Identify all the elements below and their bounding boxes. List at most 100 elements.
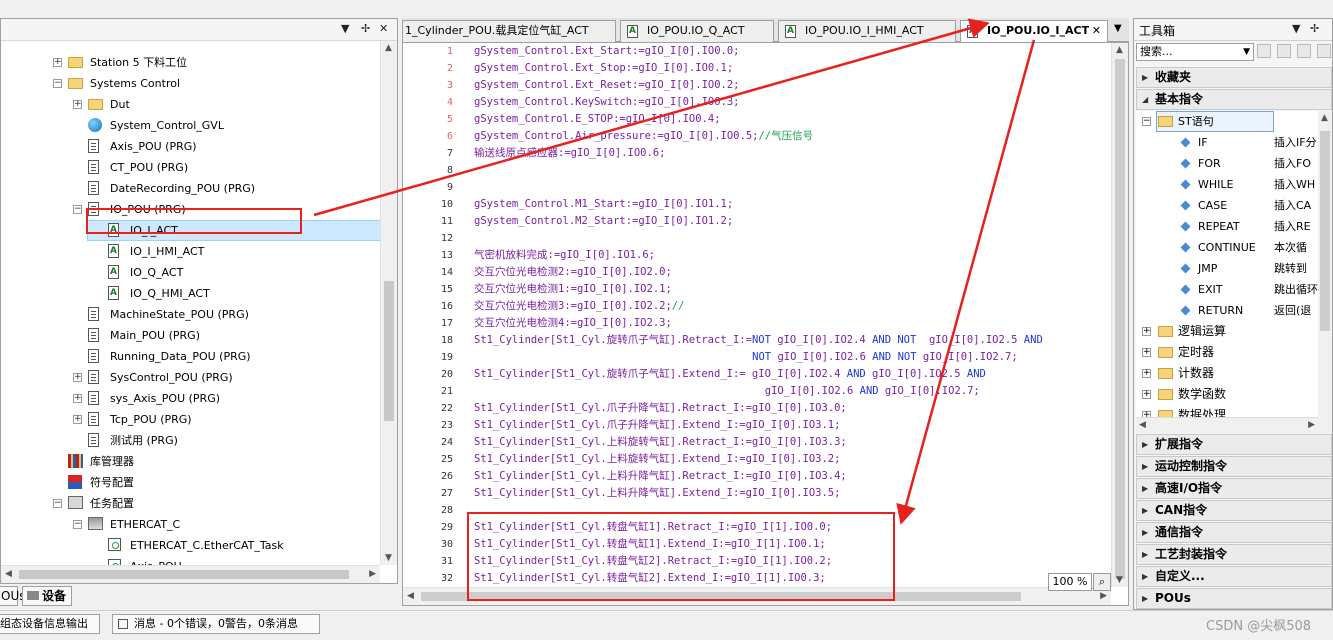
- tree-item[interactable]: 符号配置: [1, 472, 381, 493]
- tree-item[interactable]: System_Control_GVL: [1, 115, 381, 136]
- scroll-thumb[interactable]: [1320, 131, 1330, 331]
- st-statements-group[interactable]: − ST语句: [1136, 111, 1318, 132]
- tree-item[interactable]: Running_Data_POU (PRG): [1, 346, 381, 367]
- toolbox-category[interactable]: 扩展指令: [1136, 434, 1332, 455]
- tree-item[interactable]: + Station 5 下料工位: [1, 52, 381, 73]
- tab-list-dropdown-icon[interactable]: ▼: [1114, 23, 1122, 34]
- code-line[interactable]: gSystem_Control.M2_Start:=gIO_I[0].IO1.2…: [474, 213, 733, 230]
- expand-icon[interactable]: +: [1142, 327, 1151, 336]
- panel-dropdown-icon[interactable]: ▼: [341, 22, 349, 35]
- code-line[interactable]: 交互穴位光电检测3:=gIO_I[0].IO2.2;//: [474, 298, 684, 315]
- expand-icon[interactable]: +: [73, 100, 82, 109]
- collapse-icon[interactable]: −: [73, 520, 82, 529]
- messages-tab[interactable]: 消息 - 0个错误，0警告，0条消息: [112, 614, 320, 634]
- code-line[interactable]: NOT gIO_I[0].IO2.6 AND NOT gIO_I[0].IO2.…: [474, 349, 1018, 366]
- open-folder-icon[interactable]: [1257, 44, 1271, 58]
- collapse-icon[interactable]: −: [73, 205, 82, 214]
- panel-dropdown-icon[interactable]: ▼: [1292, 22, 1300, 35]
- tree-item[interactable]: − Systems Control: [1, 73, 381, 94]
- tree-vertical-scrollbar[interactable]: ▲ ▼: [380, 41, 397, 565]
- toolbox-vertical-scrollbar[interactable]: ▲: [1318, 111, 1332, 433]
- st-instruction-item[interactable]: JMP 跳转到: [1136, 258, 1318, 279]
- device-output-tab[interactable]: 组态设备信息输出: [0, 614, 100, 634]
- code-line[interactable]: St1_Cylinder[St1_Cyl.上料升降气缸].Retract_I:=…: [474, 468, 847, 485]
- instruction-group[interactable]: + 数学函数: [1136, 384, 1318, 405]
- code-line[interactable]: gSystem_Control.Ext_Start:=gIO_I[0].IO0.…: [474, 43, 740, 60]
- code-line[interactable]: St1_Cylinder[St1_Cyl.爪子升降气缸].Extend_I:=g…: [474, 417, 840, 434]
- code-line[interactable]: gIO_I[0].IO2.6 AND gIO_I[0].IO2.7;: [474, 383, 980, 400]
- collapse-icon[interactable]: −: [1142, 117, 1151, 126]
- collapse-icon[interactable]: −: [53, 79, 62, 88]
- code-line[interactable]: St1_Cylinder[St1_Cyl.旋转爪子气缸].Retract_I:=…: [474, 332, 1043, 349]
- expand-icon[interactable]: +: [53, 58, 62, 67]
- zoom-icon[interactable]: ⌕: [1093, 573, 1111, 591]
- toolbox-category[interactable]: 收藏夹: [1136, 67, 1332, 88]
- code-line[interactable]: gSystem_Control.Air_pressure:=gIO_I[0].I…: [474, 128, 813, 145]
- code-line[interactable]: gSystem_Control.E_STOP:=gIO_I[0].IO0.4;: [474, 111, 721, 128]
- collapse-icon[interactable]: −: [53, 499, 62, 508]
- code-line[interactable]: St1_Cylinder[St1_Cyl.旋转爪子气缸].Extend_I:= …: [474, 366, 986, 383]
- toolbox-horizontal-scrollbar[interactable]: ◀ ▶: [1136, 417, 1318, 433]
- expand-icon[interactable]: +: [73, 394, 82, 403]
- expand-icon[interactable]: +: [1142, 348, 1151, 357]
- code-line[interactable]: gSystem_Control.M1_Start:=gIO_I[0].IO1.1…: [474, 196, 733, 213]
- toolbox-category[interactable]: 运动控制指令: [1136, 456, 1332, 477]
- instruction-group[interactable]: + 逻辑运算: [1136, 321, 1318, 342]
- tree-item[interactable]: + sys_Axis_POU (PRG): [1, 388, 381, 409]
- code-line[interactable]: 交互穴位光电检测2:=gIO_I[0].IO2.0;: [474, 264, 672, 281]
- code-line[interactable]: 交互穴位光电检测4:=gIO_I[0].IO2.3;: [474, 315, 672, 332]
- move-down-icon[interactable]: [1317, 44, 1331, 58]
- code-line[interactable]: 交互穴位光电检测1:=gIO_I[0].IO2.1;: [474, 281, 672, 298]
- expand-icon[interactable]: +: [73, 415, 82, 424]
- tree-item[interactable]: DateRecording_POU (PRG): [1, 178, 381, 199]
- toolbox-category[interactable]: 基本指令: [1136, 89, 1332, 110]
- instruction-group[interactable]: + 计数器: [1136, 363, 1318, 384]
- st-instruction-item[interactable]: CASE 插入CA: [1136, 195, 1318, 216]
- st-instruction-item[interactable]: RETURN 返回(退: [1136, 300, 1318, 321]
- toolbox-category[interactable]: POUs: [1136, 588, 1332, 609]
- code-line[interactable]: St1_Cylinder[St1_Cyl.上料升降气缸].Extend_I:=g…: [474, 485, 840, 502]
- tree-item[interactable]: MachineState_POU (PRG): [1, 304, 381, 325]
- tab-devices[interactable]: 设备: [22, 586, 72, 606]
- tab-pous[interactable]: OUs: [0, 586, 25, 606]
- toolbox-category[interactable]: 自定义...: [1136, 566, 1332, 587]
- toolbox-search-input[interactable]: 搜索... ▼: [1136, 43, 1254, 61]
- tree-item[interactable]: IO_I_HMI_ACT: [1, 241, 381, 262]
- toolbox-category[interactable]: 工艺封装指令: [1136, 544, 1332, 565]
- code-line[interactable]: gSystem_Control.KeySwitch:=gIO_I[0].IO0.…: [474, 94, 740, 111]
- toolbox-category[interactable]: 通信指令: [1136, 522, 1332, 543]
- tree-item[interactable]: + Dut: [1, 94, 381, 115]
- code-line[interactable]: St1_Cylinder[St1_Cyl.上料旋转气缸].Extend_I:=g…: [474, 451, 840, 468]
- tree-item[interactable]: ETHERCAT_C.EtherCAT_Task: [1, 535, 381, 556]
- toolbox-category[interactable]: CAN指令: [1136, 500, 1332, 521]
- tab-io-q-act[interactable]: IO_POU.IO_Q_ACT: [620, 20, 774, 42]
- st-instruction-item[interactable]: EXIT 跳出循环: [1136, 279, 1318, 300]
- close-icon[interactable]: ✕: [379, 22, 388, 35]
- instruction-group[interactable]: + 定时器: [1136, 342, 1318, 363]
- expand-icon[interactable]: +: [1142, 369, 1151, 378]
- tree-item[interactable]: 测试用 (PRG): [1, 430, 381, 451]
- tree-item[interactable]: + Tcp_POU (PRG): [1, 409, 381, 430]
- chevron-down-icon[interactable]: ▼: [1243, 44, 1250, 60]
- tab-cylinder-act[interactable]: 1_Cylinder_POU.载具定位气缸_ACT: [402, 20, 616, 42]
- tree-item[interactable]: Main_POU (PRG): [1, 325, 381, 346]
- code-line[interactable]: gSystem_Control.Ext_Stop:=gIO_I[0].IO0.1…: [474, 60, 733, 77]
- code-line[interactable]: 气密机放料完成:=gIO_I[0].IO1.6;: [474, 247, 655, 264]
- tree-item[interactable]: 库管理器: [1, 451, 381, 472]
- pin-icon[interactable]: ✢: [1310, 22, 1319, 35]
- tree-item[interactable]: IO_Q_ACT: [1, 262, 381, 283]
- code-line[interactable]: St1_Cylinder[St1_Cyl.爪子升降气缸].Retract_I:=…: [474, 400, 847, 417]
- zoom-level[interactable]: 100 %: [1048, 573, 1092, 591]
- tree-item[interactable]: Axis_POU (PRG): [1, 136, 381, 157]
- st-instruction-item[interactable]: WHILE 插入WH: [1136, 174, 1318, 195]
- expand-icon[interactable]: +: [73, 373, 82, 382]
- code-line[interactable]: gSystem_Control.Ext_Reset:=gIO_I[0].IO0.…: [474, 77, 740, 94]
- tree-item[interactable]: − ETHERCAT_C: [1, 514, 381, 535]
- move-up-icon[interactable]: [1297, 44, 1311, 58]
- grid-icon[interactable]: [1277, 44, 1291, 58]
- code-line[interactable]: 输送线原点感应器:=gIO_I[0].IO0.6;: [474, 145, 665, 162]
- pin-icon[interactable]: ✢: [361, 22, 370, 35]
- tree-horizontal-scrollbar[interactable]: ◀ ▶: [1, 565, 380, 583]
- tab-io-i-act[interactable]: IO_POU.IO_I_ACT ✕: [960, 20, 1108, 43]
- scroll-thumb[interactable]: [1115, 59, 1125, 579]
